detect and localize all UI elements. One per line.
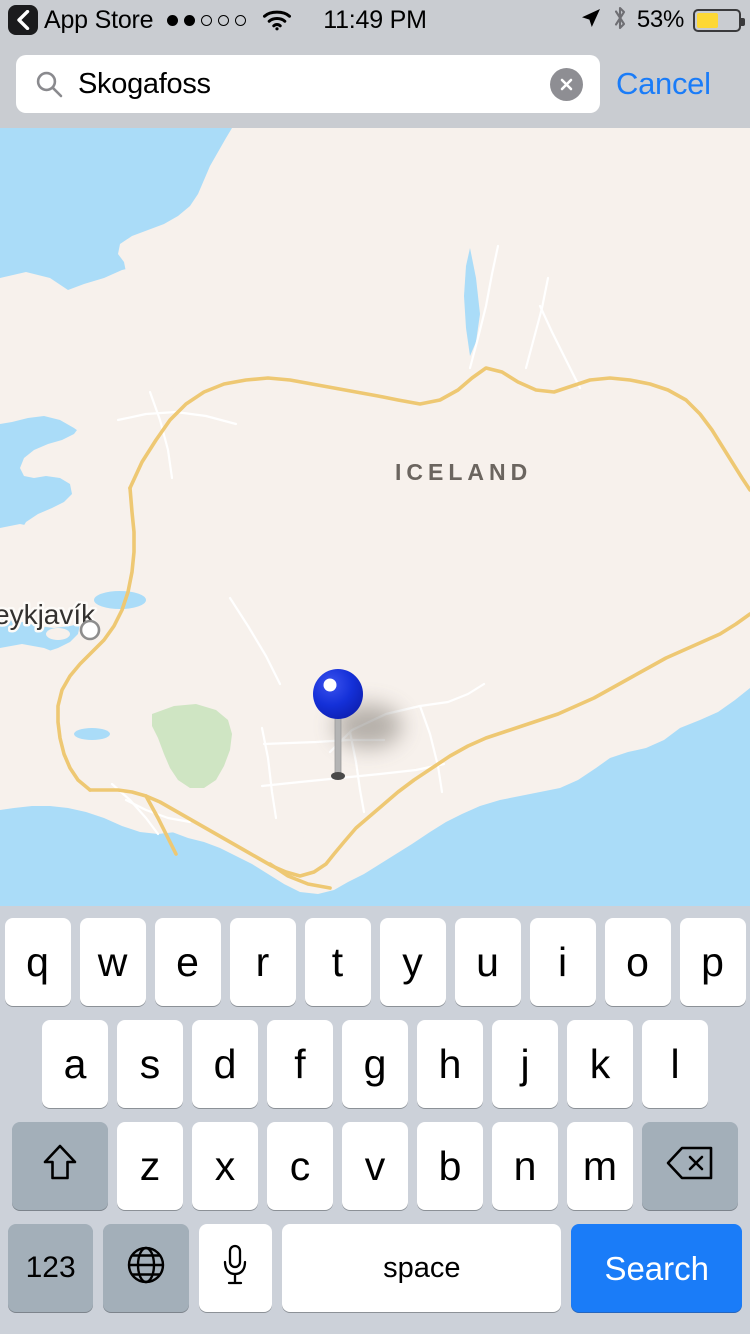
iphone-screen: App Store 11:49 PM 53% Skogafoss Cancel … [0, 0, 750, 1334]
search-bar: Skogafoss Cancel [0, 40, 750, 128]
key-w[interactable]: w [79, 918, 146, 1006]
key-p[interactable]: p [679, 918, 746, 1006]
keyboard-row-4: 123 space Search [0, 1224, 750, 1312]
key-f[interactable]: f [267, 1020, 333, 1108]
shift-arrow-icon [40, 1142, 80, 1191]
numbers-key[interactable]: 123 [8, 1224, 94, 1312]
key-j[interactable]: j [492, 1020, 558, 1108]
signal-dot-3 [201, 14, 213, 26]
back-to-app-button[interactable] [8, 5, 38, 35]
key-x[interactable]: x [192, 1122, 258, 1210]
wifi-icon [262, 9, 292, 31]
bluetooth-icon [612, 5, 628, 36]
back-app-label[interactable]: App Store [44, 6, 154, 35]
dictation-key[interactable] [198, 1224, 273, 1312]
key-h[interactable]: h [417, 1020, 483, 1108]
map-view[interactable]: ICELAND eykjavík [0, 128, 750, 906]
key-v[interactable]: v [342, 1122, 408, 1210]
globe-key[interactable] [103, 1224, 189, 1312]
signal-dot-5 [235, 14, 247, 26]
cellular-signal-dots [167, 14, 247, 26]
signal-dot-2 [184, 14, 196, 26]
search-key[interactable]: Search [571, 1224, 743, 1312]
key-s[interactable]: s [117, 1020, 183, 1108]
key-m[interactable]: m [567, 1122, 633, 1210]
battery-fill [697, 12, 719, 28]
chevron-left-icon [16, 10, 30, 30]
key-i[interactable]: i [529, 918, 596, 1006]
key-t[interactable]: t [304, 918, 371, 1006]
keyboard-row-3-letters: zxcvbnm [117, 1122, 633, 1210]
status-bar-left: App Store [0, 5, 292, 35]
cancel-button[interactable]: Cancel [616, 66, 711, 102]
globe-icon [125, 1244, 167, 1293]
map-canvas: ICELAND eykjavík [0, 128, 750, 906]
shift-key[interactable] [12, 1122, 108, 1210]
search-input[interactable]: Skogafoss [16, 55, 600, 113]
keyboard-row-1: qwertyuiop [0, 918, 750, 1006]
key-l[interactable]: l [642, 1020, 708, 1108]
status-bar-right: 53% [579, 5, 750, 36]
key-r[interactable]: r [229, 918, 296, 1006]
key-e[interactable]: e [154, 918, 221, 1006]
signal-dot-4 [218, 14, 230, 26]
city-dot-icon [79, 619, 101, 641]
key-u[interactable]: u [454, 918, 521, 1006]
key-o[interactable]: o [604, 918, 671, 1006]
key-k[interactable]: k [567, 1020, 633, 1108]
search-icon [34, 69, 64, 99]
key-d[interactable]: d [192, 1020, 258, 1108]
key-c[interactable]: c [267, 1122, 333, 1210]
key-n[interactable]: n [492, 1122, 558, 1210]
backspace-icon [666, 1145, 714, 1188]
key-q[interactable]: q [4, 918, 71, 1006]
location-arrow-icon [579, 6, 603, 35]
battery-percent-label: 53% [636, 6, 684, 33]
key-g[interactable]: g [342, 1020, 408, 1108]
microphone-icon [220, 1243, 250, 1294]
key-b[interactable]: b [417, 1122, 483, 1210]
signal-dot-1 [167, 14, 179, 26]
map-country-label: ICELAND [395, 459, 532, 485]
key-z[interactable]: z [117, 1122, 183, 1210]
space-key[interactable]: space [282, 1224, 562, 1312]
clear-search-button[interactable] [550, 67, 583, 101]
keyboard-row-3: zxcvbnm [0, 1122, 750, 1210]
onscreen-keyboard[interactable]: qwertyuiop asdfghjkl zxcvbnm 123 space S… [0, 906, 750, 1334]
search-input-value[interactable]: Skogafoss [78, 68, 550, 101]
keyboard-row-2: asdfghjkl [0, 1020, 750, 1108]
key-y[interactable]: y [379, 918, 446, 1006]
status-bar: App Store 11:49 PM 53% [0, 0, 750, 40]
battery-icon [693, 8, 745, 32]
key-a[interactable]: a [42, 1020, 108, 1108]
backspace-key[interactable] [642, 1122, 738, 1210]
